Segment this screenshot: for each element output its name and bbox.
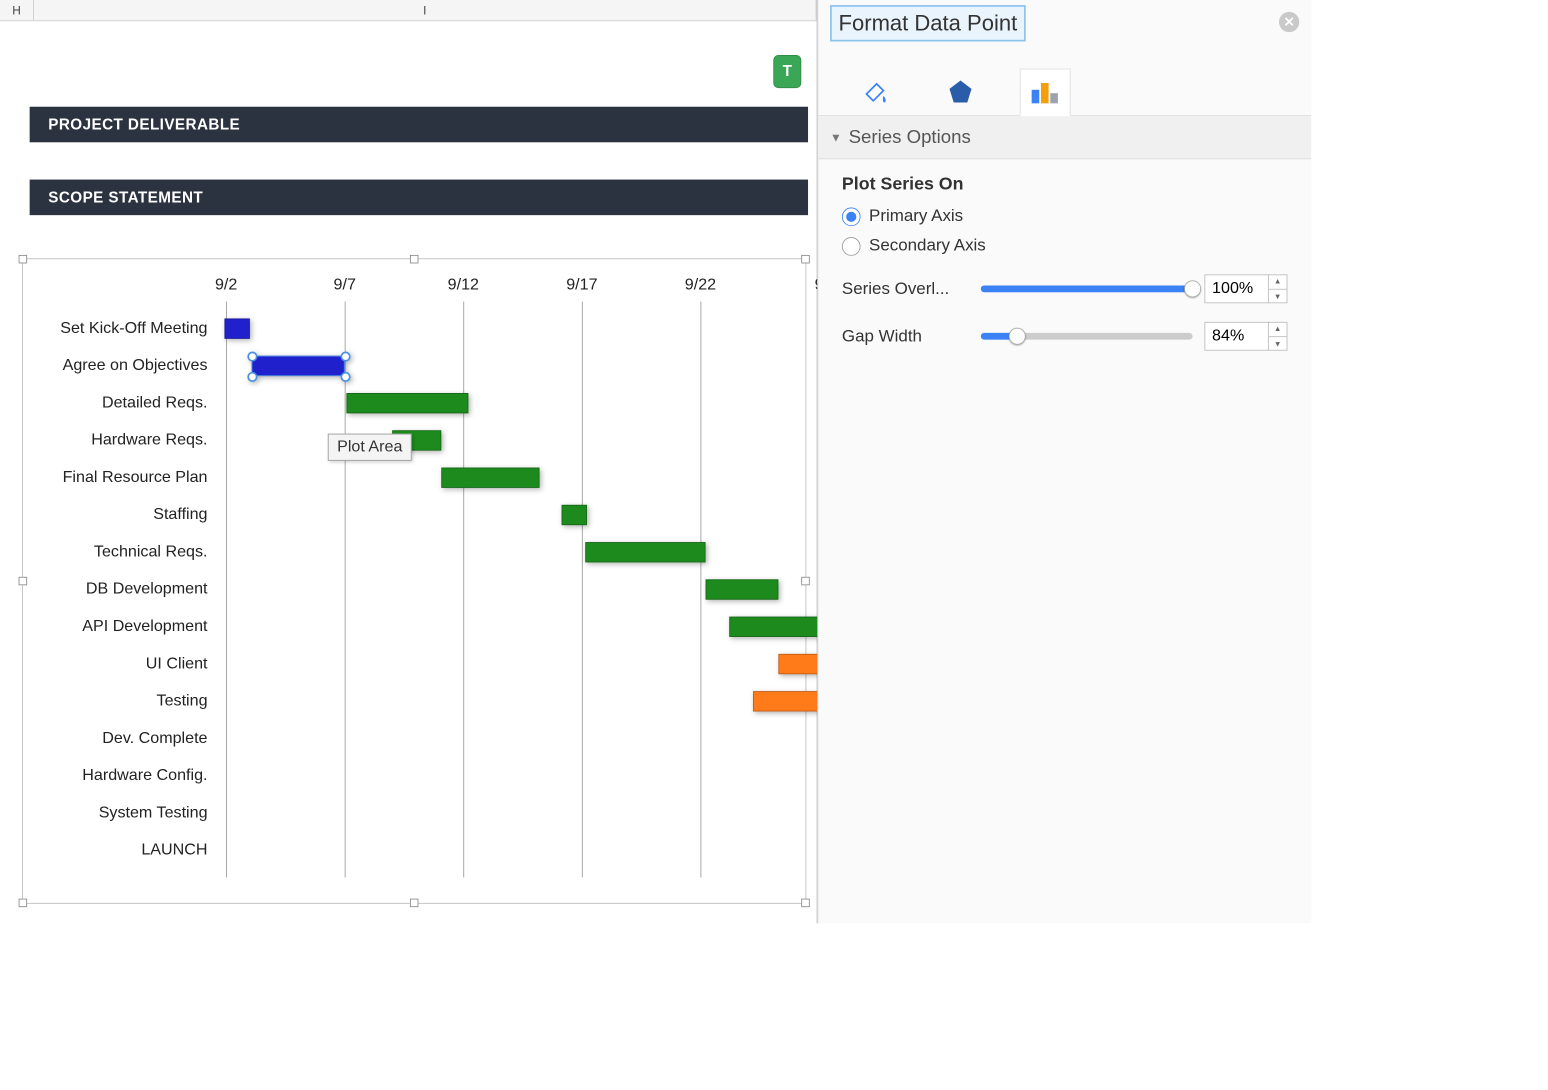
chart-resize-handle[interactable] — [801, 899, 809, 907]
radio-icon — [842, 207, 861, 226]
radio-label: Primary Axis — [869, 207, 963, 226]
close-icon[interactable]: ✕ — [1279, 12, 1299, 32]
task-label: Staffing — [31, 496, 216, 533]
column-header-h[interactable]: H — [0, 0, 34, 20]
scope-statement-header: SCOPE STATEMENT — [30, 180, 808, 216]
gantt-bar[interactable] — [252, 356, 345, 376]
selection-handle[interactable] — [340, 372, 350, 382]
task-label: Set Kick-Off Meeting — [31, 310, 216, 347]
plot-area-tooltip: Plot Area — [328, 434, 412, 461]
task-label: API Development — [31, 608, 216, 645]
template-button[interactable]: T — [773, 55, 801, 88]
paint-bucket-icon — [861, 77, 890, 106]
stepper[interactable]: ▲ ▼ — [1268, 274, 1287, 303]
stepper[interactable]: ▲ ▼ — [1268, 322, 1287, 351]
spreadsheet-main: H I T PROJECT DELIVERABLE SCOPE STATEMEN… — [0, 0, 817, 923]
task-label: Agree on Objectives — [31, 347, 216, 384]
task-label: DB Development — [31, 571, 216, 608]
chart-resize-handle[interactable] — [801, 255, 809, 263]
task-label: Hardware Reqs. — [31, 422, 216, 459]
gantt-bar[interactable] — [562, 505, 587, 525]
gap-width-slider[interactable] — [981, 333, 1193, 340]
task-label: LAUNCH — [31, 832, 216, 869]
chart-resize-handle[interactable] — [19, 899, 27, 907]
task-label: Final Resource Plan — [31, 459, 216, 496]
task-label: Detailed Reqs. — [31, 385, 216, 422]
column-headers: H I — [0, 0, 817, 21]
gap-width-row: Gap Width 84% ▲ ▼ — [842, 322, 1288, 351]
section-body: Plot Series On Primary Axis Secondary Ax… — [818, 159, 1311, 366]
series-overlap-value[interactable]: 100% ▲ ▼ — [1204, 274, 1287, 303]
fill-tab-icon[interactable] — [850, 68, 901, 115]
section-label: Series Options — [849, 126, 971, 148]
series-overlap-label: Series Overl... — [842, 279, 969, 298]
series-options-section[interactable]: ▼ Series Options — [818, 116, 1311, 159]
bar-chart-icon — [1028, 78, 1062, 107]
gantt-chart[interactable]: 9/29/79/129/179/229 Set Kick-Off Meeting… — [22, 258, 806, 903]
column-header-i[interactable]: I — [34, 0, 817, 20]
x-tick: 9/2 — [215, 276, 237, 295]
chart-bars — [224, 310, 797, 877]
chart-resize-handle[interactable] — [19, 577, 27, 585]
collapse-icon: ▼ — [830, 130, 842, 144]
chevron-down-icon[interactable]: ▼ — [1269, 289, 1287, 303]
x-tick: 9/7 — [334, 276, 356, 295]
x-tick: 9/22 — [685, 276, 716, 295]
gap-width-label: Gap Width — [842, 327, 969, 346]
gantt-bar[interactable] — [706, 579, 779, 599]
task-label: Testing — [31, 683, 216, 720]
selection-handle[interactable] — [247, 372, 257, 382]
x-tick: 9/17 — [566, 276, 597, 295]
sidebar-title[interactable]: Format Data Point — [830, 5, 1026, 41]
selection-handle[interactable] — [340, 352, 350, 362]
gantt-bar[interactable] — [346, 393, 468, 413]
task-label: Dev. Complete — [31, 720, 216, 757]
chevron-up-icon[interactable]: ▲ — [1269, 274, 1287, 289]
x-axis: 9/29/79/129/179/229 — [218, 276, 797, 300]
plot-area[interactable]: 9/29/79/129/179/229 Set Kick-Off Meeting… — [31, 268, 797, 895]
task-label: UI Client — [31, 645, 216, 682]
series-overlap-row: Series Overl... 100% ▲ ▼ — [842, 274, 1288, 303]
task-label: Technical Reqs. — [31, 534, 216, 571]
chevron-up-icon[interactable]: ▲ — [1269, 322, 1287, 337]
primary-axis-radio[interactable]: Primary Axis — [842, 207, 1288, 226]
x-tick: 9/12 — [448, 276, 479, 295]
sidebar-tabs — [818, 65, 1311, 116]
project-deliverable-header: PROJECT DELIVERABLE — [30, 107, 808, 143]
secondary-axis-radio[interactable]: Secondary Axis — [842, 236, 1288, 255]
chevron-down-icon[interactable]: ▼ — [1269, 337, 1287, 351]
pentagon-icon — [946, 77, 975, 106]
gantt-bar[interactable] — [224, 318, 249, 338]
gantt-bar[interactable] — [585, 542, 705, 562]
chart-resize-handle[interactable] — [801, 577, 809, 585]
gap-width-value[interactable]: 84% ▲ ▼ — [1204, 322, 1287, 351]
gantt-bar[interactable] — [441, 468, 539, 488]
task-label: System Testing — [31, 794, 216, 831]
chart-resize-handle[interactable] — [410, 899, 418, 907]
task-label: Hardware Config. — [31, 757, 216, 794]
y-axis-labels: Set Kick-Off MeetingAgree on ObjectivesD… — [31, 310, 216, 869]
radio-label: Secondary Axis — [869, 236, 986, 255]
chart-resize-handle[interactable] — [410, 255, 418, 263]
radio-icon — [842, 237, 861, 256]
selection-handle[interactable] — [247, 352, 257, 362]
effects-tab-icon[interactable] — [935, 68, 986, 115]
chart-resize-handle[interactable] — [19, 255, 27, 263]
series-overlap-slider[interactable] — [981, 285, 1193, 292]
series-options-tab-icon[interactable] — [1020, 69, 1071, 116]
plot-series-on-label: Plot Series On — [842, 174, 1288, 194]
format-sidebar: Format Data Point ✕ ▼ Series Options Plo… — [817, 0, 1311, 923]
